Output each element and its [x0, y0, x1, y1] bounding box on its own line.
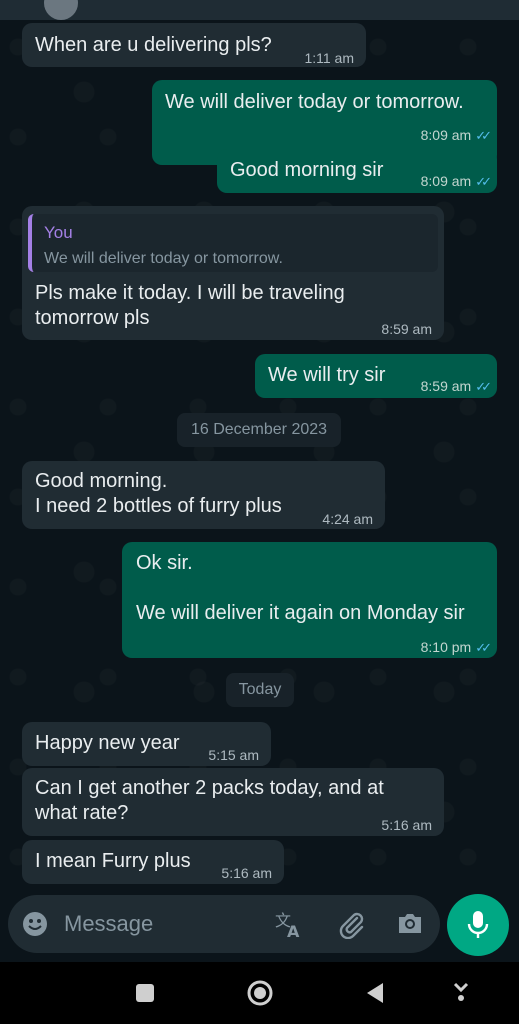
message-text: Good morning sir: [230, 159, 384, 181]
message-time: 5:16 am: [221, 865, 272, 881]
home-icon[interactable]: [246, 979, 274, 1007]
read-receipt-icon: ✓✓: [475, 174, 492, 189]
message-time: 8:09 am: [420, 173, 472, 189]
message-incoming[interactable]: Good morning. I need 2 bottles of furry …: [22, 461, 385, 529]
message-input[interactable]: Message: [64, 911, 153, 937]
message-incoming[interactable]: When are u delivering pls? 1:11 am: [22, 23, 366, 67]
message-text-line: Ok sir.: [136, 552, 193, 574]
chat-area[interactable]: When are u delivering pls? 1:11 am We wi…: [0, 20, 519, 895]
emoji-icon[interactable]: [22, 911, 48, 942]
attach-icon[interactable]: [336, 909, 366, 944]
quoted-message[interactable]: You We will deliver today or tomorrow.: [28, 214, 438, 272]
message-text-line: Good morning.: [35, 470, 168, 492]
mic-icon: [467, 911, 489, 938]
avatar[interactable]: [44, 0, 78, 20]
recent-apps-icon[interactable]: [135, 983, 155, 1003]
message-time: 5:16 am: [381, 817, 432, 833]
message-meta: 8:10 pm ✓✓: [420, 635, 492, 660]
translate-icon[interactable]: 文A: [274, 910, 304, 943]
read-receipt-icon: ✓✓: [475, 379, 492, 394]
message-meta: 8:09 am ✓✓: [420, 123, 492, 148]
keyboard-hide-icon[interactable]: [451, 982, 471, 1004]
message-outgoing[interactable]: Good morning sir 8:09 am ✓✓: [217, 149, 497, 193]
message-time: 5:15 am: [208, 747, 259, 763]
message-time: 8:59 am: [381, 321, 432, 337]
back-icon[interactable]: [365, 982, 385, 1004]
message-text: We will try sir: [268, 364, 386, 386]
message-time: 4:24 am: [322, 511, 373, 527]
message-text: We will deliver today or tomorrow.: [165, 91, 464, 113]
message-text-line: I need 2 bottles of furry plus: [35, 495, 282, 517]
mic-button[interactable]: [447, 894, 509, 956]
message-time: 8:10 pm: [420, 639, 472, 655]
message-incoming[interactable]: I mean Furry plus 5:16 am: [22, 840, 284, 884]
message-text: When are u delivering pls?: [35, 34, 272, 56]
system-navigation-bar: [0, 962, 519, 1024]
read-receipt-icon: ✓✓: [475, 128, 492, 143]
message-time: 8:09 am: [420, 127, 472, 143]
message-incoming[interactable]: Happy new year 5:15 am: [22, 722, 271, 766]
quote-text: We will deliver today or tomorrow.: [44, 250, 283, 267]
svg-text:A: A: [287, 922, 300, 938]
camera-icon[interactable]: [396, 911, 424, 940]
message-text: I mean Furry plus: [35, 850, 191, 872]
message-outgoing[interactable]: We will try sir 8:59 am ✓✓: [255, 354, 497, 398]
message-text: Happy new year: [35, 732, 180, 754]
date-separator: Today: [226, 673, 294, 707]
message-text-line: what rate?: [35, 802, 129, 824]
date-separator: 16 December 2023: [177, 413, 341, 447]
chat-header: [0, 0, 519, 20]
message-incoming[interactable]: Can I get another 2 packs today, and at …: [22, 768, 444, 836]
message-text-line: We will deliver it again on Monday sir: [136, 602, 465, 624]
message-outgoing[interactable]: Ok sir. We will deliver it again on Mond…: [122, 542, 497, 658]
message-time: 8:59 am: [420, 378, 472, 394]
read-receipt-icon: ✓✓: [475, 640, 492, 655]
message-incoming-reply[interactable]: You We will deliver today or tomorrow. P…: [22, 206, 444, 340]
message-composer[interactable]: Message 文A: [8, 895, 440, 953]
message-text-line: Can I get another 2 packs today, and at: [35, 777, 384, 799]
quote-author: You: [44, 223, 73, 242]
message-text-line: tomorrow pls: [35, 307, 150, 329]
message-meta: 8:09 am ✓✓: [420, 169, 492, 194]
message-time: 1:11 am: [304, 50, 354, 66]
message-text-line: Pls make it today. I will be traveling: [35, 282, 345, 304]
message-meta: 8:59 am ✓✓: [420, 374, 492, 399]
